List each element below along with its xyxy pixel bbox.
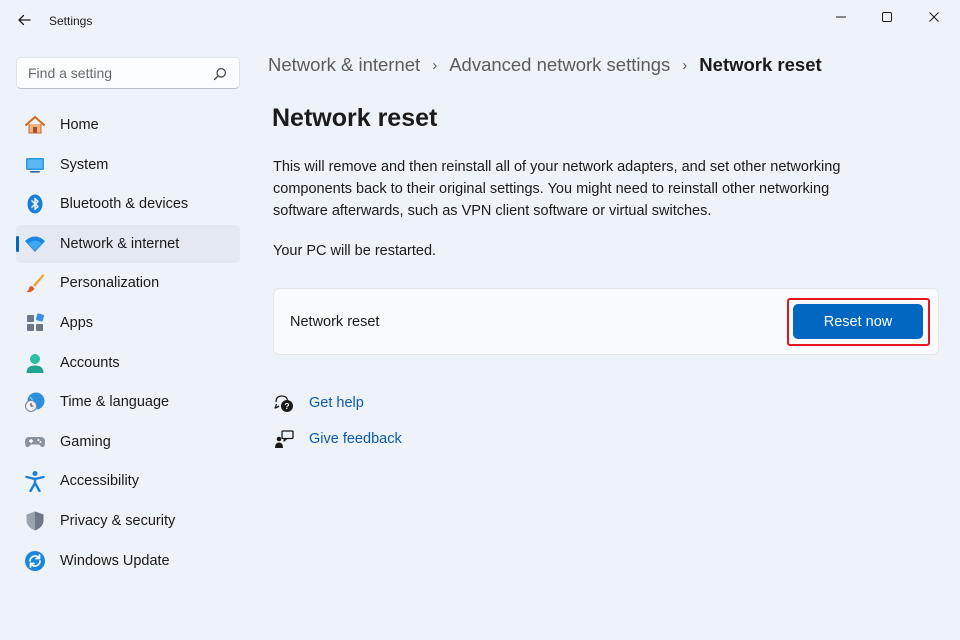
back-button[interactable]: [12, 8, 36, 32]
get-help-label[interactable]: Get help: [309, 395, 364, 411]
reset-now-button[interactable]: Reset now: [793, 304, 923, 339]
sidebar-item-gaming[interactable]: Gaming: [16, 423, 240, 461]
sidebar-item-label: Time & language: [60, 394, 170, 411]
sidebar-item-apps[interactable]: Apps: [16, 304, 240, 342]
shield-icon: [24, 510, 46, 532]
breadcrumb: Network & internet › Advanced network se…: [268, 52, 822, 78]
restart-note: Your PC will be restarted.: [273, 243, 437, 259]
home-icon: [24, 114, 46, 136]
title-bar: Settings: [0, 0, 960, 42]
back-arrow-icon: [18, 14, 31, 26]
sidebar-item-label: Bluetooth & devices: [60, 196, 189, 213]
sidebar-item-label: System: [60, 156, 109, 173]
sidebar-item-network[interactable]: Network & internet: [16, 224, 240, 263]
update-icon: [24, 550, 46, 572]
give-feedback-label[interactable]: Give feedback: [309, 431, 402, 447]
feedback-icon: [273, 428, 295, 450]
sidebar-item-windows-update[interactable]: Windows Update: [16, 542, 240, 580]
close-button[interactable]: [914, 4, 954, 30]
sidebar-item-privacy-security[interactable]: Privacy & security: [16, 502, 240, 540]
chevron-right-icon: ›: [432, 56, 438, 74]
brush-icon: [24, 272, 46, 294]
clock-globe-icon: [24, 391, 46, 413]
svg-text:?: ?: [284, 401, 289, 411]
maximize-button[interactable]: [867, 4, 907, 30]
sidebar-item-personalization[interactable]: Personalization: [16, 264, 240, 302]
system-icon: [24, 154, 46, 176]
minimize-button[interactable]: [821, 4, 861, 30]
apps-icon: [24, 312, 46, 334]
sidebar-item-label: Apps: [60, 314, 94, 331]
sidebar-item-label: Accessibility: [60, 473, 139, 490]
breadcrumb-advanced-network-settings[interactable]: Advanced network settings: [449, 54, 670, 76]
get-help-link[interactable]: ? Get help: [273, 392, 364, 414]
sidebar-item-accessibility[interactable]: Accessibility: [16, 462, 240, 500]
page-title: Network reset: [272, 104, 438, 132]
sidebar-item-label: Gaming: [60, 433, 111, 450]
accessibility-icon: [24, 470, 46, 493]
page-description: This will remove and then reinstall all …: [273, 159, 841, 219]
breadcrumb-current: Network reset: [699, 54, 822, 75]
sidebar-item-time-language[interactable]: Time & language: [16, 383, 240, 421]
breadcrumb-network-internet[interactable]: Network & internet: [268, 54, 420, 76]
network-reset-label: Network reset: [290, 314, 380, 330]
accounts-icon: [24, 352, 46, 374]
minimize-icon: [836, 16, 846, 18]
close-icon: [929, 12, 939, 22]
sidebar-item-label: Accounts: [60, 354, 120, 371]
help-chat-icon: ?: [273, 392, 295, 414]
search-box[interactable]: [16, 57, 240, 89]
sidebar-nav: Home System Bluetooth & devices Network …: [16, 106, 240, 581]
wifi-icon: [24, 233, 46, 255]
sidebar-item-label: Home: [60, 117, 99, 133]
search-icon[interactable]: [213, 67, 227, 81]
chevron-right-icon: ›: [682, 56, 688, 74]
give-feedback-link[interactable]: Give feedback: [273, 428, 402, 450]
sidebar-item-accounts[interactable]: Accounts: [16, 344, 240, 382]
bluetooth-icon: [24, 193, 46, 215]
sidebar-item-system[interactable]: System: [16, 146, 240, 184]
sidebar-item-label: Privacy & security: [60, 512, 176, 529]
sidebar-item-bluetooth[interactable]: Bluetooth & devices: [16, 185, 240, 223]
network-reset-card: Network reset Reset now: [273, 288, 939, 355]
sidebar-item-home[interactable]: Home: [16, 106, 240, 144]
sidebar-item-label: Windows Update: [60, 552, 170, 569]
sidebar-item-label: Personalization: [60, 275, 160, 292]
gamepad-icon: [24, 431, 46, 453]
sidebar-item-label: Network & internet: [60, 235, 180, 252]
app-title: Settings: [49, 14, 93, 28]
search-input[interactable]: [17, 58, 207, 88]
maximize-icon: [882, 12, 892, 22]
